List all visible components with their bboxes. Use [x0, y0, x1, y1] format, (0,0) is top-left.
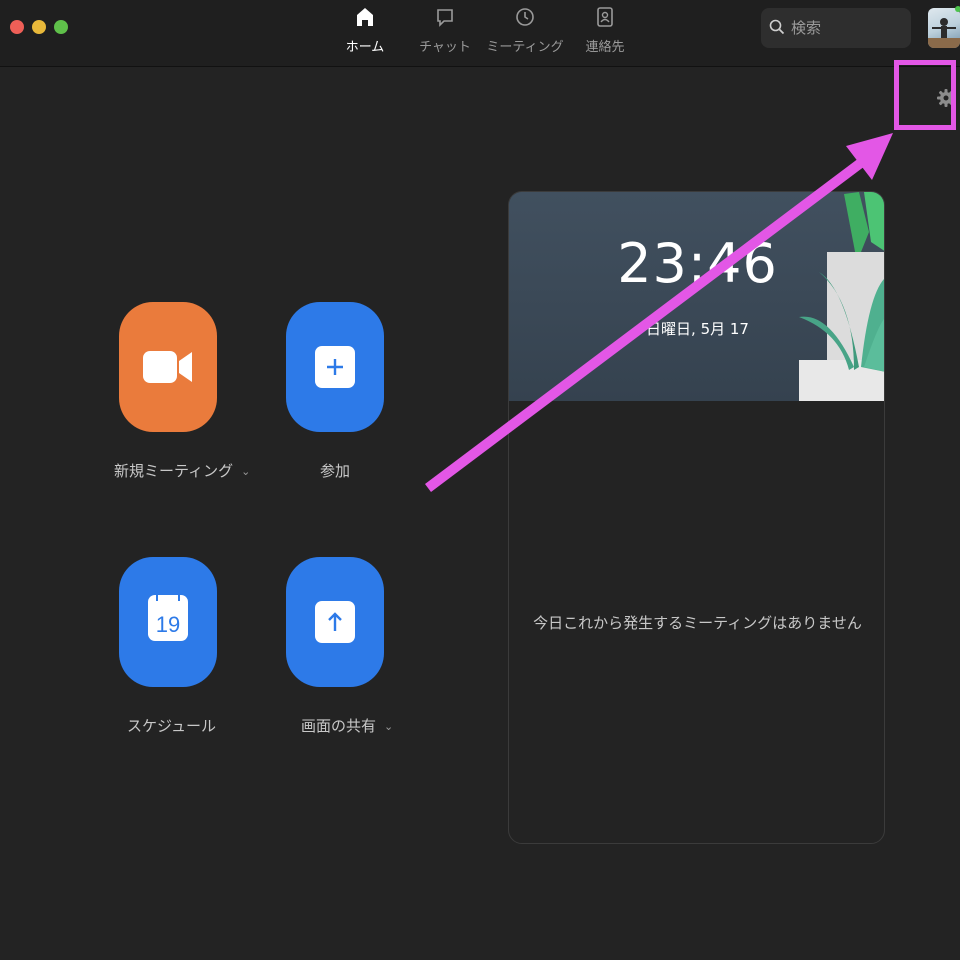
join-label: 参加 — [320, 460, 350, 481]
window-close-button[interactable] — [10, 20, 24, 34]
tab-meetings[interactable]: ミーティング — [485, 6, 565, 62]
search-icon — [769, 19, 785, 35]
chevron-down-icon[interactable]: ⌄ — [241, 465, 250, 478]
tab-home-label: ホーム — [325, 36, 405, 55]
schedule-button[interactable]: 19 — [119, 557, 217, 687]
title-bar: ホーム チャット ミーティング 連絡先 — [0, 0, 960, 67]
profile-photo — [928, 8, 960, 48]
window-maximize-button[interactable] — [54, 20, 68, 34]
current-time: 23:46 — [509, 232, 885, 295]
clock-icon — [514, 6, 536, 28]
clock-header: 23:46 日曜日, 5月 17 — [509, 192, 885, 401]
tab-chat-label: チャット — [405, 36, 485, 55]
new-meeting-label[interactable]: 新規ミーティング⌄ — [114, 460, 250, 481]
search-box[interactable] — [761, 8, 911, 48]
new-meeting-button[interactable] — [119, 302, 217, 432]
online-status-dot — [955, 6, 960, 12]
video-camera-icon — [143, 342, 193, 392]
home-icon — [354, 6, 376, 28]
share-screen-button[interactable] — [286, 557, 384, 687]
join-button[interactable] — [286, 302, 384, 432]
tab-chat[interactable]: チャット — [405, 6, 485, 62]
calendar-day: 19 — [156, 612, 180, 637]
upload-arrow-icon — [310, 597, 360, 647]
plant-illustration — [509, 192, 885, 401]
empty-meetings-message: 今日これから発生するミーティングはありません — [509, 612, 885, 633]
tab-meetings-label: ミーティング — [485, 36, 565, 55]
current-date: 日曜日, 5月 17 — [509, 318, 885, 339]
settings-gear-icon[interactable] — [934, 86, 958, 110]
avatar[interactable] — [928, 8, 960, 48]
search-input[interactable] — [789, 16, 903, 40]
plus-icon — [310, 342, 360, 392]
chevron-down-icon[interactable]: ⌄ — [384, 720, 393, 733]
window-minimize-button[interactable] — [32, 20, 46, 34]
chat-icon — [434, 6, 456, 28]
upcoming-meetings-card: 23:46 日曜日, 5月 17 今日これから発生するミーティングはありません — [508, 191, 885, 844]
tab-home[interactable]: ホーム — [325, 6, 405, 62]
tab-contacts[interactable]: 連絡先 — [565, 6, 645, 62]
share-screen-label[interactable]: 画面の共有⌄ — [301, 715, 393, 736]
contacts-icon — [594, 6, 616, 28]
calendar-icon: 19 — [143, 589, 193, 645]
tab-contacts-label: 連絡先 — [565, 36, 645, 55]
schedule-label: スケジュール — [127, 715, 216, 736]
